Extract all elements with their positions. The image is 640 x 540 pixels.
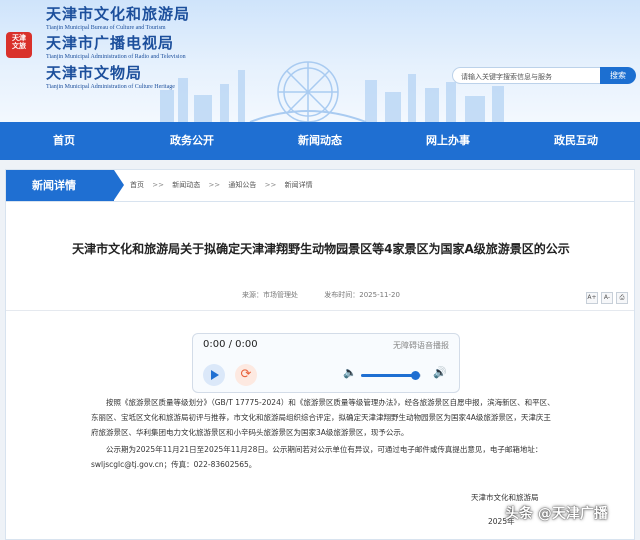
divider xyxy=(6,310,634,311)
org-en-title: Tianjin Municipal Administration of Cult… xyxy=(46,84,175,90)
article-tools: A+ A- ⎙ xyxy=(586,292,628,304)
watermark: 头条 @天津广播 xyxy=(505,506,608,522)
article-body: 按照《旅游景区质量等级划分》（GB/T 17775-2024）和《旅游景区质量等… xyxy=(91,395,556,474)
loop-icon[interactable]: ⟳ xyxy=(235,364,257,386)
breadcrumb: 首页 >> 新闻动态 >> 通知公告 >> 新闻详情 xyxy=(130,170,319,201)
main-nav: 首页 政务公开 新闻动态 网上办事 政民互动 xyxy=(0,122,640,160)
article-title: 天津市文化和旅游局关于拟确定天津津翔野生动物园景区等4家景区为国家A级旅游景区的… xyxy=(72,242,570,256)
player-label: 无障碍语音播报 xyxy=(393,341,449,350)
org-cn-title: 天津市广播电视局 xyxy=(46,34,175,52)
breadcrumb-separator: >> xyxy=(152,181,164,189)
article-signature: 天津市文化和旅游局 xyxy=(471,493,539,502)
volume-knob[interactable] xyxy=(411,371,420,380)
print-button[interactable]: ⎙ xyxy=(616,292,628,304)
volume-fill xyxy=(361,374,415,377)
breadcrumb-home[interactable]: 首页 xyxy=(130,181,144,189)
seal-logo[interactable]: 天津 文旅 xyxy=(6,32,32,58)
nav-item-gov-affairs[interactable]: 政务公开 xyxy=(128,122,256,160)
article-date: 发布时间：2025-11-20 xyxy=(324,291,400,299)
breadcrumb-news[interactable]: 新闻动态 xyxy=(172,181,200,189)
org-en-title: Tianjin Municipal Bureau of Culture and … xyxy=(46,25,166,31)
volume-low-icon[interactable]: 🔈 xyxy=(343,366,357,379)
org-name-culture-tourism: 天津市文化和旅游局 Tianjin Municipal Bureau of Cu… xyxy=(46,3,190,31)
org-en-title: Tianjin Municipal Administration of Radi… xyxy=(46,54,186,60)
audio-player: 0:00 / 0:00 无障碍语音播报 ⟳ 🔈 🔊 xyxy=(192,333,460,393)
org-cn-title: 天津市文化和旅游局 xyxy=(46,5,191,23)
volume-slider[interactable] xyxy=(361,371,421,380)
section-title: 新闻详情 xyxy=(6,170,124,201)
play-button[interactable] xyxy=(203,364,225,386)
breadcrumb-current: 新闻详情 xyxy=(284,181,313,189)
breadcrumb-band: 新闻详情 首页 >> 新闻动态 >> 通知公告 >> 新闻详情 xyxy=(5,169,635,202)
search-button[interactable]: 搜索 xyxy=(600,67,636,84)
breadcrumb-notices[interactable]: 通知公告 xyxy=(228,181,256,189)
nav-item-online-services[interactable]: 网上办事 xyxy=(384,122,512,160)
org-cn-title: 天津市文物局 xyxy=(46,64,143,82)
volume-high-icon[interactable]: 🔊 xyxy=(433,366,447,379)
font-decrease-button[interactable]: A- xyxy=(601,292,613,304)
nav-item-home[interactable]: 首页 xyxy=(0,122,128,160)
nav-item-news[interactable]: 新闻动态 xyxy=(256,122,384,160)
article-panel: 天津市文化和旅游局关于拟确定天津津翔野生动物园景区等4家景区为国家A级旅游景区的… xyxy=(5,202,635,540)
org-name-radio-tv: 天津市广播电视局 Tianjin Municipal Administratio… xyxy=(46,32,186,60)
article-paragraph: 按照《旅游景区质量等级划分》（GB/T 17775-2024）和《旅游景区质量等… xyxy=(91,398,555,437)
org-name-heritage: 天津市文物局 Tianjin Municipal Administration … xyxy=(46,62,175,90)
breadcrumb-separator: >> xyxy=(264,181,277,189)
site-header: 天津 文旅 天津市文化和旅游局 Tianjin Municipal Bureau … xyxy=(0,0,640,122)
nav-item-interaction[interactable]: 政民互动 xyxy=(512,122,640,160)
article-paragraph: 公示期为2025年11月21日至2025年11月28日。公示期间若对公示单位有异… xyxy=(91,445,543,469)
breadcrumb-separator: >> xyxy=(208,181,221,189)
article-source: 来源：市场管理处 xyxy=(242,291,299,299)
font-increase-button[interactable]: A+ xyxy=(586,292,598,304)
search-input[interactable]: 请输入关键字搜索信息与服务 xyxy=(452,67,602,84)
article-meta: 来源：市场管理处 发布时间：2025-11-20 xyxy=(6,290,636,300)
player-time: 0:00 / 0:00 xyxy=(203,339,258,350)
